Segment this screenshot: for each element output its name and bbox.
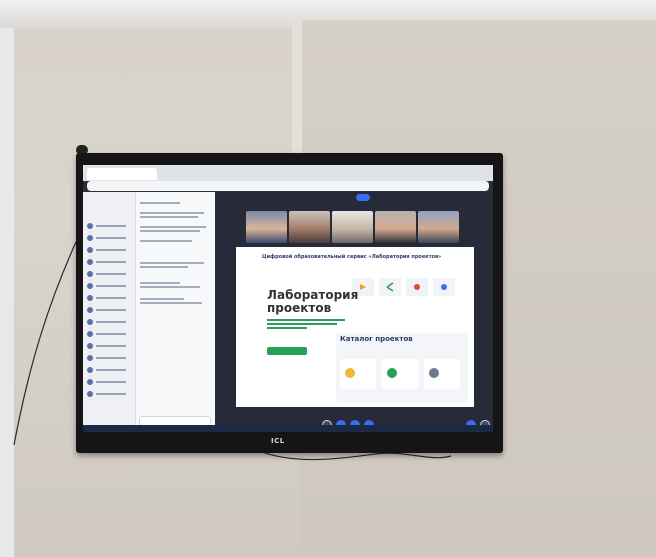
feature-card (406, 278, 428, 296)
wall-seam (292, 20, 302, 160)
chat-list-item[interactable] (87, 342, 131, 350)
slide-cta-button[interactable] (267, 347, 307, 355)
feature-card (379, 278, 401, 296)
browser-tab-bar (83, 165, 493, 181)
catalog-title: Каталог проектов (340, 335, 413, 343)
browser-tab[interactable] (87, 168, 157, 180)
tv-brand-logo: ICL (271, 437, 285, 445)
participant-tile[interactable] (246, 211, 287, 243)
participant-thumbnails (246, 211, 460, 243)
participant-tile[interactable] (332, 211, 373, 243)
chat-list (83, 192, 136, 432)
slide-title-line: проектов (267, 301, 332, 315)
chat-list-item[interactable] (87, 378, 131, 386)
chat-list-item[interactable] (87, 258, 131, 266)
chat-list-item[interactable] (87, 306, 131, 314)
chat-list-item[interactable] (87, 366, 131, 374)
chat-list-item[interactable] (87, 246, 131, 254)
feature-icons (352, 278, 462, 298)
slide-title: Лаборатория проектов (267, 289, 358, 315)
chat-list-item[interactable] (87, 390, 131, 398)
slide-heading: Цифровой образовательный сервис «Лаборат… (262, 254, 442, 260)
catalog-panel: Каталог проектов (336, 333, 468, 403)
chat-messages (136, 192, 215, 432)
cable-left (13, 241, 77, 446)
record-indicator (356, 194, 370, 201)
chat-list-item[interactable] (87, 330, 131, 338)
photo-scene: Цифровой образовательный сервис «Лаборат… (0, 0, 656, 557)
participant-tile[interactable] (418, 211, 459, 243)
chat-list-item[interactable] (87, 270, 131, 278)
chat-list-item[interactable] (87, 354, 131, 362)
chat-list-item[interactable] (87, 318, 131, 326)
meeting-area: Цифровой образовательный сервис «Лаборат… (216, 192, 493, 432)
chat-list-item[interactable] (87, 282, 131, 290)
slide-subtitle (267, 319, 347, 329)
participant-tile[interactable] (375, 211, 416, 243)
catalog-cards (340, 359, 460, 389)
os-taskbar (83, 425, 493, 432)
tv-screen: Цифровой образовательный сервис «Лаборат… (83, 165, 493, 432)
chat-list-item[interactable] (87, 294, 131, 302)
chat-list-item[interactable] (87, 234, 131, 242)
chat-list-item[interactable] (87, 222, 131, 230)
address-bar[interactable] (87, 181, 489, 191)
feature-card (433, 278, 455, 296)
participant-tile[interactable] (289, 211, 330, 243)
presentation-slide: Цифровой образовательный сервис «Лаборат… (236, 247, 474, 407)
chat-panel (83, 192, 215, 432)
